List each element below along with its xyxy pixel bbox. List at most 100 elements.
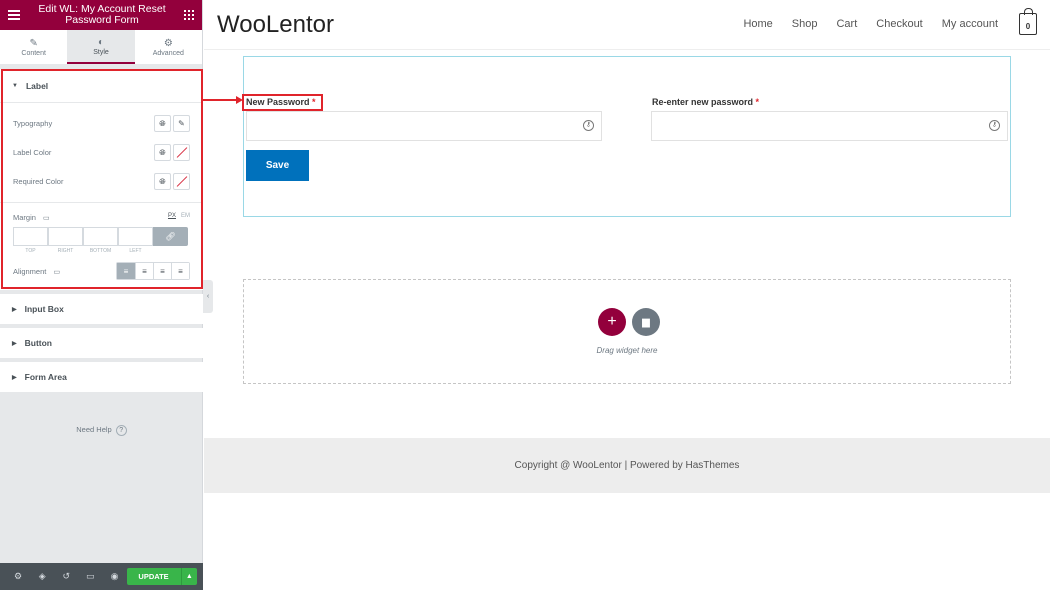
label-section: ▼ Label Typography 🌐︎ ✎ Label Color 🌐︎ R…	[0, 69, 203, 290]
reenter-password-label: Re-enter new password *	[652, 97, 759, 107]
align-justify-icon[interactable]: ≡	[171, 263, 189, 279]
panel-tabs: ✎ Content ◐ Style ⚙ Advanced	[0, 30, 202, 65]
margin-control: Margin ▭ PX EM	[0, 209, 203, 222]
margin-inputs: 🔗︎	[0, 222, 203, 246]
nav-shop[interactable]: Shop	[792, 18, 818, 30]
responsive-icon[interactable]: ▭	[78, 571, 102, 582]
required-mark: *	[312, 97, 316, 107]
align-right-icon[interactable]: ≡	[153, 263, 171, 279]
question-icon: ?	[115, 425, 127, 436]
divider	[0, 102, 203, 103]
panel-header: Edit WL: My Account Reset Password Form	[0, 0, 202, 30]
site-logo[interactable]: WooLentor	[217, 11, 334, 39]
save-button[interactable]: Save	[246, 150, 309, 181]
reenter-password-input[interactable]: ⚷	[651, 111, 1008, 141]
tab-style-label: Style	[93, 48, 109, 56]
reenter-password-label-text: Re-enter new password	[652, 97, 754, 107]
margin-top-label: TOP	[25, 248, 36, 254]
widget-drop-zone[interactable]: + ▆ Drag widget here	[243, 279, 1011, 384]
new-password-label-text: New Password	[246, 97, 310, 107]
align-left-icon[interactable]: ≡	[117, 263, 135, 279]
divider	[0, 202, 203, 203]
input-box-head: ▶ Input Box	[0, 294, 203, 324]
caret-right-icon: ▶	[12, 340, 17, 347]
caret-down-icon: ▼	[12, 82, 18, 89]
global-icon[interactable]: 🌐︎	[154, 173, 171, 190]
main-nav: Home Shop Cart Checkout My account	[743, 18, 998, 30]
new-password-label: New Password *	[246, 97, 316, 107]
form-area-head: ▶ Form Area	[0, 362, 203, 392]
margin-bottom-label: BOTTOM	[89, 248, 112, 254]
label-section-toggle[interactable]: ▼ Label	[0, 69, 203, 102]
global-icon[interactable]: 🌐︎	[154, 115, 171, 132]
tab-content-label: Content	[21, 49, 46, 57]
input-box-section[interactable]: ▶ Input Box	[0, 294, 203, 324]
input-box-title: Input Box	[24, 304, 64, 314]
update-options-caret-icon[interactable]: ▲	[180, 568, 197, 585]
history-icon[interactable]: ↺	[54, 571, 78, 582]
new-password-input[interactable]: ⚷	[246, 111, 602, 141]
margin-bottom-input[interactable]	[83, 227, 118, 246]
button-head: ▶ Button	[0, 328, 203, 358]
tab-advanced-label: Advanced	[152, 49, 184, 57]
margin-side-labels: TOP RIGHT BOTTOM LEFT	[0, 246, 203, 254]
color-picker-button[interactable]	[173, 173, 190, 190]
caret-right-icon: ▶	[12, 374, 17, 381]
tab-content[interactable]: ✎ Content	[0, 30, 67, 64]
add-section-plus-icon[interactable]: +	[598, 308, 626, 336]
settings-icon[interactable]: ⚙	[6, 571, 30, 582]
need-help-label: Need Help	[76, 425, 112, 434]
margin-left-input[interactable]	[118, 227, 153, 246]
menu-icon[interactable]	[8, 10, 20, 20]
margin-top-input[interactable]	[13, 227, 48, 246]
need-help-link[interactable]: Need Help?	[0, 425, 203, 436]
nav-my-account[interactable]: My account	[942, 18, 998, 30]
alignment-label: Alignment	[13, 266, 47, 276]
edit-typography-icon[interactable]: ✎	[173, 115, 190, 132]
link-values-icon[interactable]: 🔗︎	[153, 227, 188, 246]
half-circle-icon: ◐	[97, 36, 105, 48]
color-picker-button[interactable]	[173, 144, 190, 161]
cart-bag-icon[interactable]: 0	[1019, 8, 1037, 35]
unit-em[interactable]: EM	[181, 213, 190, 222]
site-preview: WooLentor Home Shop Cart Checkout My acc…	[204, 0, 1050, 590]
required-mark: *	[755, 97, 760, 107]
panel-title: Edit WL: My Account Reset Password Form	[38, 3, 166, 26]
nav-home[interactable]: Home	[743, 18, 772, 30]
drop-zone-text: Drag widget here	[596, 346, 658, 355]
global-icon[interactable]: 🌐︎	[154, 144, 171, 161]
form-area-section[interactable]: ▶ Form Area	[0, 362, 203, 392]
label-section-title: Label	[25, 80, 49, 91]
margin-right-input[interactable]	[48, 227, 83, 246]
layers-icon[interactable]: ◈	[30, 571, 54, 582]
desktop-icon[interactable]: ▭	[43, 215, 50, 222]
desktop-icon[interactable]: ▭	[53, 269, 60, 276]
nav-cart[interactable]: Cart	[836, 18, 857, 30]
pencil-icon: ✎	[29, 37, 38, 49]
template-folder-icon[interactable]: ▆	[632, 308, 660, 336]
button-section-title: Button	[24, 338, 53, 348]
align-center-icon[interactable]: ≡	[135, 263, 153, 279]
typography-label: Typography	[13, 119, 53, 128]
form-area-title: Form Area	[24, 372, 67, 382]
margin-label: Margin	[13, 213, 36, 222]
editor-panel: Edit WL: My Account Reset Password Form …	[0, 0, 203, 590]
unit-px[interactable]: PX	[168, 213, 176, 222]
site-footer: Copyright @ WooLentor | Powered by HasTh…	[204, 438, 1050, 493]
preview-eye-icon[interactable]: ◉	[102, 571, 126, 582]
nav-checkout[interactable]: Checkout	[876, 18, 922, 30]
password-key-icon[interactable]: ⚷	[989, 120, 1000, 131]
required-color-label: Required Color	[13, 177, 64, 186]
tab-advanced[interactable]: ⚙ Advanced	[135, 30, 202, 64]
widgets-grid-icon[interactable]	[184, 10, 194, 20]
update-button[interactable]: UPDATE	[126, 568, 181, 585]
password-key-icon[interactable]: ⚷	[583, 120, 594, 131]
margin-right-label: RIGHT	[57, 248, 74, 254]
button-section[interactable]: ▶ Button	[0, 328, 203, 358]
alignment-control: Alignment ▭ ≡ ≡ ≡ ≡	[0, 254, 203, 280]
cart-count: 0	[1025, 22, 1031, 31]
typography-control: Typography 🌐︎ ✎	[0, 109, 203, 138]
gear-icon: ⚙	[163, 37, 173, 49]
tab-style[interactable]: ◐ Style	[67, 30, 135, 64]
label-color-label: Label Color	[13, 148, 52, 157]
